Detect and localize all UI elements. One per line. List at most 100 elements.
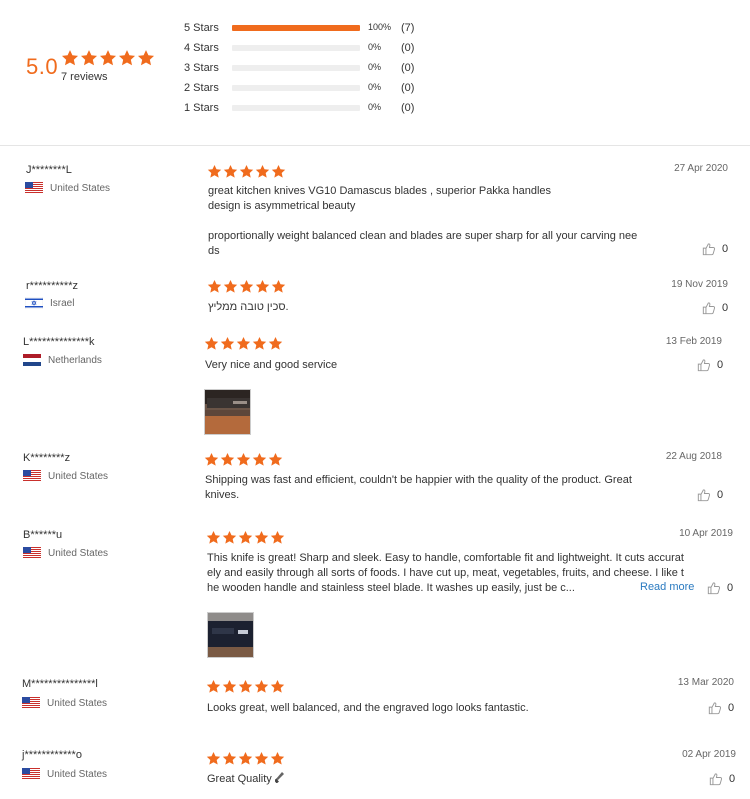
distribution-row-1[interactable]: 1 Stars 0% (0) [184,98,444,118]
star-icon [254,751,269,766]
review-photo[interactable] [207,612,254,658]
star-icon [238,679,253,694]
reviewer-country: United States [22,697,107,709]
country-name: United States [48,547,109,559]
us-flag-icon [22,697,40,709]
helpful-button[interactable]: 0 [697,488,723,502]
us-flag-icon [23,470,41,482]
star-icon [223,164,238,179]
distribution-label: 2 Stars [184,82,219,94]
us-flag-icon [23,547,41,559]
distribution-percent: 100% [368,22,392,32]
star-icon [207,279,222,294]
helpful-button[interactable]: 0 [709,772,735,786]
read-more-link[interactable]: Read more [640,581,694,593]
distribution-percent: 0% [368,62,382,72]
review-date: 10 Apr 2019 [679,528,733,539]
distribution-count: (0) [401,82,415,94]
israel-flag-icon [25,297,43,309]
country-name: United States [48,470,109,482]
star-icon [252,452,267,467]
distribution-row-5[interactable]: 5 Stars 100% (7) [184,18,444,38]
star-icon [236,452,251,467]
thumbs-up-icon [707,581,721,595]
helpful-count: 0 [727,582,734,594]
thumbs-up-icon [702,242,716,256]
star-icon [204,452,219,467]
star-icon [222,679,237,694]
review-stars [204,336,283,351]
review-text: Great Quality [207,772,667,787]
country-name: Israel [50,297,75,309]
helpful-button[interactable]: 0 [697,358,723,372]
star-icon [118,49,136,67]
distribution-count: (0) [401,102,415,114]
thumbs-up-icon [709,772,723,786]
distribution-count: (0) [401,62,415,74]
star-icon [268,336,283,351]
distribution-label: 5 Stars [184,22,219,34]
distribution-bar [232,25,360,31]
helpful-button[interactable]: 0 [702,242,728,256]
review-date: 02 Apr 2019 [682,749,736,760]
star-icon [61,49,79,67]
review-text: great kitchen knives VG10 Damascus blade… [208,185,638,257]
review-item: J********L United States 27 Apr 2020 gre… [0,160,750,270]
reviewer-name: B******u [23,529,63,541]
star-icon [206,751,221,766]
distribution-bar [232,65,360,71]
reviewer-name: r**********z [26,280,78,292]
knife-emoji-icon [274,772,284,783]
distribution-label: 4 Stars [184,42,219,54]
star-icon [137,49,155,67]
review-item: r**********z Israel 19 Nov 2019 סכין טוב… [0,276,750,326]
review-item: B******u United States 10 Apr 2019 This … [0,527,750,662]
helpful-count: 0 [717,359,724,371]
review-photo[interactable] [204,389,251,435]
us-flag-icon [25,182,43,194]
star-icon [255,279,270,294]
distribution-label: 3 Stars [184,62,219,74]
review-stars [207,164,286,179]
star-icon [270,679,285,694]
helpful-button[interactable]: 0 [702,301,728,315]
review-count: 7 reviews [61,71,108,83]
distribution-percent: 0% [368,102,382,112]
review-text: Very nice and good service [205,359,338,371]
star-icon [254,679,269,694]
distribution-row-3[interactable]: 3 Stars 0% (0) [184,58,444,78]
distribution-percent: 0% [368,82,382,92]
reviewer-country: Netherlands [23,354,102,366]
average-rating: 5.0 [26,54,59,79]
star-icon [222,751,237,766]
star-icon [222,530,237,545]
country-name: United States [47,697,108,709]
distribution-bar [232,45,360,51]
review-text-content: Great Quality [207,773,272,785]
star-icon [204,336,219,351]
distribution-row-2[interactable]: 2 Stars 0% (0) [184,78,444,98]
review-item: K********z United States 22 Aug 2018 Shi… [0,450,750,510]
star-icon [271,279,286,294]
helpful-count: 0 [717,489,724,501]
star-icon [220,336,235,351]
distribution-count: (0) [401,42,415,54]
us-flag-icon [22,768,40,780]
star-icon [270,530,285,545]
average-stars [61,49,155,71]
star-icon [239,164,254,179]
helpful-button[interactable]: 0 [707,581,733,595]
helpful-button[interactable]: 0 [708,701,734,715]
rating-summary: 5.0 7 reviews 5 Stars 100% (7) 4 Stars 0… [0,0,750,146]
reviewer-country: Israel [25,297,74,309]
star-icon [238,530,253,545]
review-text: Looks great, well balanced, and the engr… [207,702,529,714]
reviewer-name: j************o [22,749,82,761]
star-icon [255,164,270,179]
distribution-count: (7) [401,22,415,34]
distribution-row-4[interactable]: 4 Stars 0% (0) [184,38,444,58]
helpful-count: 0 [728,702,735,714]
review-item: j************o United States 02 Apr 2019… [0,747,750,799]
thumbs-up-icon [708,701,722,715]
review-text: This knife is great! Sharp and sleek. Ea… [207,552,684,594]
